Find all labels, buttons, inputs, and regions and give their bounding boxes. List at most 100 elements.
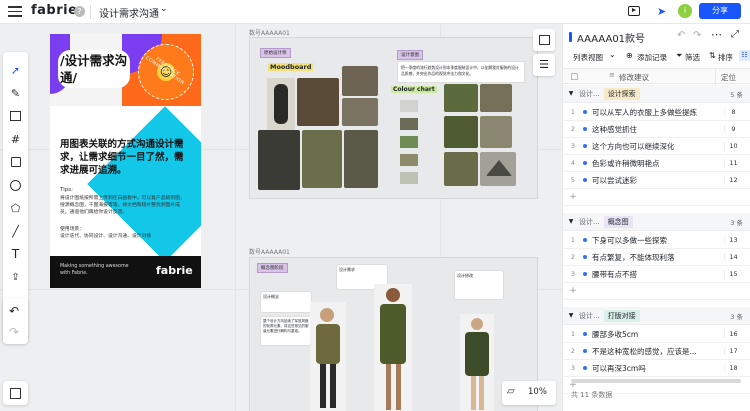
row-position[interactable]: 9 bbox=[724, 125, 742, 133]
table-row[interactable]: 3 这个方向也可以继续深化 10 bbox=[563, 138, 750, 155]
photo-2[interactable] bbox=[297, 78, 339, 126]
expand-icon[interactable]: ⤢ bbox=[731, 29, 739, 40]
photo-10[interactable] bbox=[444, 116, 478, 148]
pen-icon[interactable]: ✎ bbox=[5, 83, 26, 103]
row-text[interactable]: 有点繁复，不能体现利落 bbox=[592, 252, 710, 263]
collapse-icon[interactable]: ▼ bbox=[563, 312, 579, 319]
row-text[interactable]: 色彩或许稍微明艳点 bbox=[592, 158, 710, 169]
frame-icon[interactable]: # bbox=[5, 129, 26, 149]
row-text[interactable]: 可以尝试迷彩 bbox=[592, 175, 710, 186]
line-icon[interactable]: ╱ bbox=[5, 221, 26, 241]
plus-icon[interactable]: + bbox=[563, 286, 583, 296]
table-row[interactable]: 1 下身可以多做一些探索 13 bbox=[563, 232, 750, 249]
undo-icon[interactable]: ↶ bbox=[9, 304, 19, 318]
photo-7[interactable] bbox=[344, 130, 378, 188]
concept-frame[interactable]: 概念图阶段 设计概念 整个设计方向延续了军旅风格的轮廓元素，将这些常见的服装元素… bbox=[249, 257, 538, 411]
table-row[interactable]: 1 腰部多收5cm 16 bbox=[563, 326, 750, 343]
outfit-figure-2[interactable] bbox=[374, 284, 412, 411]
moodboard-frame[interactable]: 原始设计师 Moodboard 设计意图 把一季度的流行趋势设计到本季度服装设计… bbox=[249, 37, 538, 199]
group-icon[interactable]: ☷ bbox=[739, 50, 750, 61]
text-icon[interactable]: T bbox=[5, 244, 26, 264]
collapse-icon[interactable]: ▼ bbox=[563, 90, 579, 97]
photo-12[interactable] bbox=[444, 152, 478, 186]
add-record-icon[interactable]: ⊕ bbox=[626, 51, 633, 60]
group-header[interactable]: ▼ 设计... 打版对接 3 条 bbox=[563, 307, 750, 325]
zoom-level[interactable]: 10% bbox=[528, 387, 547, 397]
row-position[interactable]: 16 bbox=[724, 330, 742, 338]
row-text[interactable]: 腰部多收5cm bbox=[592, 329, 710, 340]
sort-icon[interactable]: ⇅ bbox=[709, 51, 716, 60]
chevron-down-icon[interactable]: ⌄ bbox=[160, 4, 168, 14]
app-logo[interactable]: fabrie bbox=[31, 3, 77, 18]
row-text[interactable]: 下身可以多做一些探索 bbox=[592, 235, 710, 246]
table-row[interactable]: 2 这种感觉抓住 9 bbox=[563, 121, 750, 138]
table-view-icon[interactable] bbox=[533, 29, 555, 51]
filter-button[interactable]: 筛选 bbox=[685, 52, 700, 63]
minimap-toggle-icon[interactable] bbox=[3, 381, 28, 405]
row-position[interactable]: 15 bbox=[724, 270, 742, 278]
filter-icon[interactable]: ⏷ bbox=[676, 51, 682, 61]
row-position[interactable]: 8 bbox=[724, 108, 742, 116]
outfit-figure-1[interactable] bbox=[310, 302, 346, 411]
add-row-button[interactable]: + bbox=[563, 283, 750, 300]
polygon-icon[interactable]: ⬠ bbox=[5, 198, 26, 218]
table-row[interactable]: 3 可以再深3cm吗 18 bbox=[563, 360, 750, 377]
photo-5[interactable] bbox=[258, 130, 300, 190]
view-selector[interactable]: 列表视图 bbox=[573, 52, 603, 63]
present-icon[interactable] bbox=[628, 6, 640, 16]
collapse-icon[interactable]: ▼ bbox=[563, 218, 579, 225]
chevron-down-icon[interactable]: ⌄ bbox=[609, 50, 616, 59]
poster-card[interactable]: /设计需求沟通/ ☺ FEEDBACK COMMUNICATION 用图表关联的… bbox=[50, 34, 201, 288]
undo-icon[interactable]: ↶ bbox=[677, 30, 685, 41]
avatar[interactable]: i bbox=[678, 4, 692, 18]
table-row[interactable]: 2 有点繁复，不能体现利落 14 bbox=[563, 249, 750, 266]
help-icon[interactable]: ? bbox=[74, 6, 85, 17]
row-position[interactable]: 11 bbox=[724, 159, 742, 167]
group-header[interactable]: ▼ 设计... 概念图 3 条 bbox=[563, 213, 750, 231]
checkbox[interactable] bbox=[571, 73, 578, 80]
row-text[interactable]: 这种感觉抓住 bbox=[592, 124, 710, 135]
column-header-position[interactable]: 定位 bbox=[721, 72, 736, 83]
photo-8[interactable] bbox=[444, 84, 478, 112]
photo-11[interactable] bbox=[480, 116, 512, 148]
upload-icon[interactable]: ⇪ bbox=[5, 267, 26, 287]
row-position[interactable]: 13 bbox=[724, 236, 742, 244]
column-header-suggestion[interactable]: 修改建议 bbox=[619, 72, 649, 83]
table-row[interactable]: 4 色彩或许稍微明艳点 11 bbox=[563, 155, 750, 172]
row-position[interactable]: 14 bbox=[724, 253, 742, 261]
row-position[interactable]: 17 bbox=[724, 347, 742, 355]
select-cursor-icon[interactable]: ➚ bbox=[5, 60, 26, 80]
table-icon[interactable] bbox=[5, 106, 26, 126]
circle-icon[interactable] bbox=[5, 175, 26, 195]
row-text[interactable]: 不是这种宽松的感觉，应该是... bbox=[592, 346, 710, 357]
outfit-figure-3[interactable] bbox=[460, 314, 494, 411]
table-row[interactable]: 3 腰带有点不搭 15 bbox=[563, 266, 750, 283]
add-list-icon[interactable]: ☰ bbox=[533, 54, 555, 76]
horizontal-scrollbar[interactable] bbox=[571, 379, 741, 383]
row-text[interactable]: 可以再深3cm吗 bbox=[592, 363, 710, 374]
plus-icon[interactable]: + bbox=[563, 192, 583, 202]
share-button[interactable]: 分享 bbox=[699, 3, 741, 19]
add-record-button[interactable]: 添加记录 bbox=[637, 52, 667, 63]
photo-6[interactable] bbox=[302, 130, 342, 188]
table-row[interactable]: 5 可以尝试迷彩 12 bbox=[563, 172, 750, 189]
cursor-share-icon[interactable]: ➤ bbox=[657, 5, 666, 18]
more-icon[interactable]: ⋯ bbox=[711, 28, 722, 41]
whiteboard-canvas[interactable]: /设计需求沟通/ ☺ FEEDBACK COMMUNICATION 用图表关联的… bbox=[0, 24, 562, 411]
table-row[interactable]: 2 不是这种宽松的感觉，应该是... 17 bbox=[563, 343, 750, 360]
sort-button[interactable]: 排序 bbox=[718, 52, 733, 63]
photo-4[interactable] bbox=[342, 98, 378, 126]
group-header[interactable]: ▼ 设计... 设计探索 5 条 bbox=[563, 85, 750, 103]
row-text[interactable]: 这个方向也可以继续深化 bbox=[592, 141, 710, 152]
redo-icon[interactable]: ↷ bbox=[693, 30, 701, 41]
row-position[interactable]: 18 bbox=[724, 364, 742, 372]
menu-icon[interactable] bbox=[8, 6, 22, 18]
row-position[interactable]: 10 bbox=[724, 142, 742, 150]
table-row[interactable]: 1 可以从军人的衣服上多做些提炼 8 bbox=[563, 104, 750, 121]
photo-3[interactable] bbox=[342, 66, 378, 96]
board-title[interactable]: 设计需求沟通 bbox=[99, 5, 159, 20]
photo-9[interactable] bbox=[480, 84, 512, 112]
row-text[interactable]: 腰带有点不搭 bbox=[592, 269, 710, 280]
row-position[interactable]: 12 bbox=[724, 176, 742, 184]
sticky-note-icon[interactable] bbox=[5, 152, 26, 172]
